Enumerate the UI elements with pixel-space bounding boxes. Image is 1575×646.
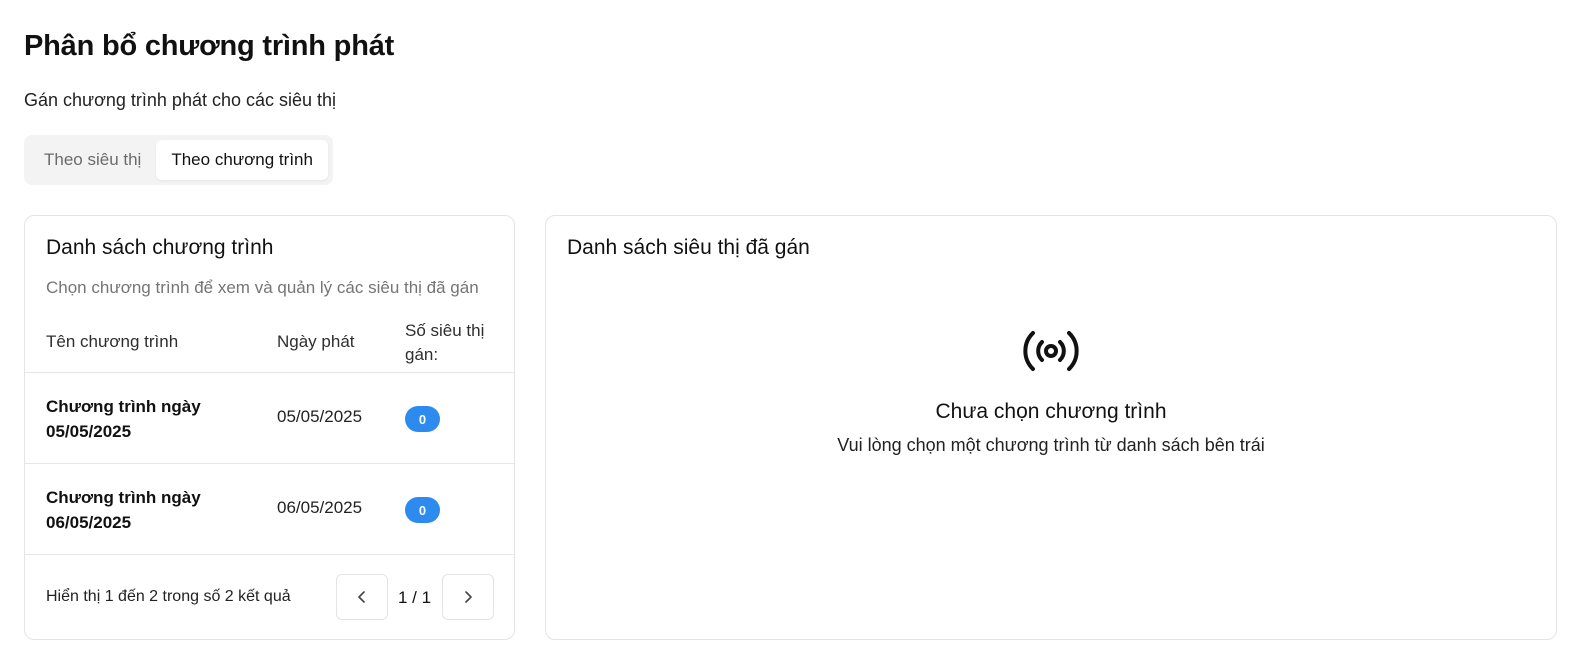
- program-name: Chương trình ngày 06/05/2025: [46, 488, 201, 532]
- program-name: Chương trình ngày 05/05/2025: [46, 397, 201, 441]
- chevron-right-icon: [465, 591, 472, 603]
- page-subtitle: Gán chương trình phát cho các siêu thị: [24, 90, 337, 110]
- program-list-card: Danh sách chương trình Chọn chương trình…: [24, 215, 515, 640]
- program-date: 06/05/2025: [277, 498, 363, 517]
- chevron-left-icon: [358, 591, 365, 603]
- store-count-badge: 0: [405, 406, 440, 432]
- view-tabs: Theo siêu thị Theo chương trình: [24, 135, 333, 185]
- column-header-name: Tên chương trình: [46, 332, 179, 351]
- program-date: 05/05/2025: [277, 407, 363, 426]
- page-title: Phân bổ chương trình phát: [24, 30, 395, 62]
- assigned-store-card: Danh sách siêu thị đã gán Chưa chọn chươ…: [545, 215, 1557, 640]
- column-header-date: Ngày phát: [277, 332, 355, 351]
- table-row[interactable]: Chương trình ngày 05/05/2025 05/05/2025 …: [25, 373, 514, 464]
- empty-state-title: Chưa chọn chương trình: [935, 400, 1167, 423]
- table-row[interactable]: Chương trình ngày 06/05/2025 06/05/2025 …: [25, 464, 514, 555]
- next-page-button[interactable]: [442, 574, 494, 620]
- pagination-summary: Hiển thị 1 đến 2 trong số 2 kết quả: [46, 588, 291, 605]
- tab-by-program[interactable]: Theo chương trình: [156, 140, 328, 180]
- program-list-title: Danh sách chương trình: [46, 236, 274, 259]
- previous-page-button[interactable]: [336, 574, 388, 620]
- column-header-store-count: Số siêu thị gán:: [405, 321, 485, 364]
- empty-state-description: Vui lòng chọn một chương trình từ danh s…: [837, 435, 1265, 455]
- program-list-description: Chọn chương trình để xem và quản lý các …: [46, 278, 479, 297]
- store-count-badge: 0: [405, 497, 440, 523]
- table-header: Tên chương trình Ngày phát Số siêu thị g…: [25, 314, 514, 373]
- page-indicator: 1 / 1: [398, 588, 432, 607]
- broadcast-icon: [1023, 331, 1079, 371]
- assigned-store-title: Danh sách siêu thị đã gán: [567, 236, 810, 259]
- tab-by-store[interactable]: Theo siêu thị: [29, 140, 156, 180]
